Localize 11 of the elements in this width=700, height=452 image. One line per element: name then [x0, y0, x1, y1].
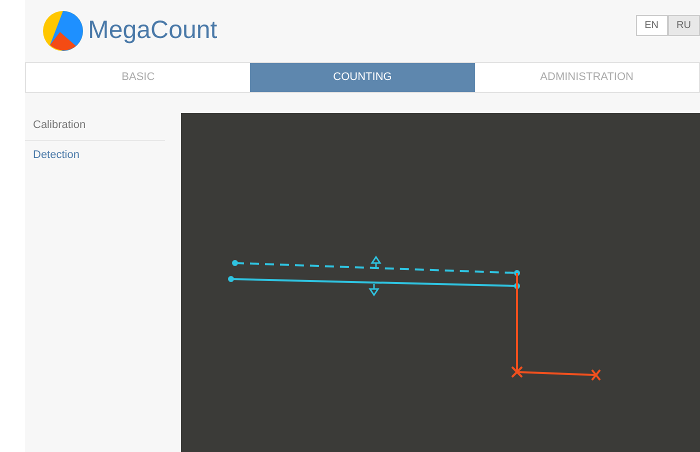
- logo-text: MegaCount: [88, 15, 218, 46]
- counting-line[interactable]: [232, 260, 520, 276]
- nav-tab[interactable]: BASIC: [26, 63, 250, 92]
- nav-tab[interactable]: ADMINISTRATION: [474, 63, 699, 92]
- language-button[interactable]: EN: [636, 15, 668, 36]
- counting-line[interactable]: [228, 276, 520, 288]
- nav-tab[interactable]: COUNTING: [250, 63, 475, 92]
- language-button[interactable]: RU: [668, 15, 700, 36]
- sidebar-item[interactable]: Calibration: [25, 110, 165, 141]
- logo-icon: [42, 10, 84, 52]
- sidebar-item[interactable]: Detection: [25, 141, 165, 170]
